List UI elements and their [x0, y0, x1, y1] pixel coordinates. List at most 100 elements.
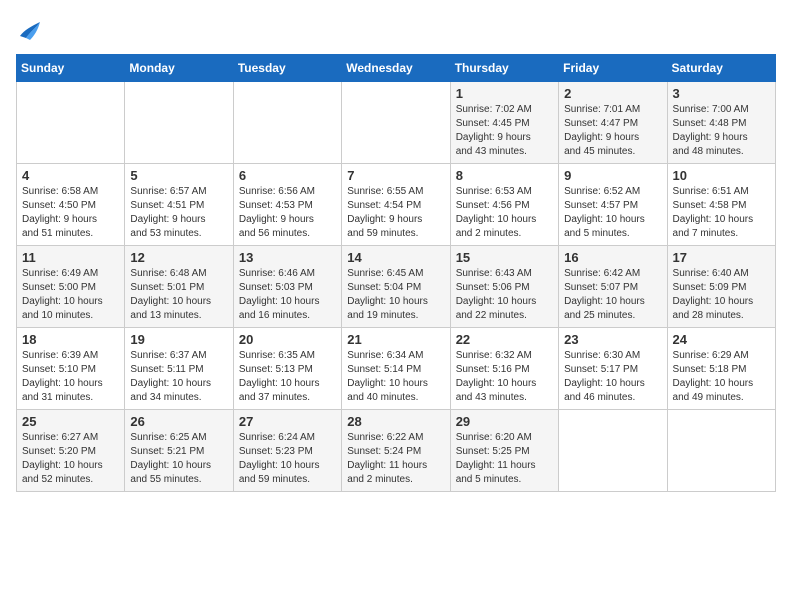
- calendar-cell: 15 Sunrise: 6:43 AMSunset: 5:06 PMDayligh…: [450, 246, 558, 328]
- day-number: 7: [347, 168, 444, 183]
- day-number: 5: [130, 168, 227, 183]
- day-info: Sunrise: 6:53 AMSunset: 4:56 PMDaylight:…: [456, 185, 553, 241]
- day-info: Sunrise: 6:40 AMSunset: 5:09 PMDaylight:…: [673, 267, 770, 323]
- day-info: Sunrise: 6:56 AMSunset: 4:53 PMDaylight:…: [239, 185, 336, 241]
- calendar-cell: 21 Sunrise: 6:34 AMSunset: 5:14 PMDayligh…: [342, 328, 450, 410]
- calendar-cell: 28 Sunrise: 6:22 AMSunset: 5:24 PMDayligh…: [342, 410, 450, 492]
- weekday-header-saturday: Saturday: [667, 55, 775, 82]
- day-info: Sunrise: 6:20 AMSunset: 5:25 PMDaylight:…: [456, 431, 553, 487]
- day-info: Sunrise: 6:46 AMSunset: 5:03 PMDaylight:…: [239, 267, 336, 323]
- day-number: 12: [130, 250, 227, 265]
- day-number: 3: [673, 86, 770, 101]
- day-number: 23: [564, 332, 661, 347]
- calendar-cell: [17, 82, 125, 164]
- day-number: 10: [673, 168, 770, 183]
- day-number: 4: [22, 168, 119, 183]
- day-number: 18: [22, 332, 119, 347]
- calendar-cell: 5 Sunrise: 6:57 AMSunset: 4:51 PMDaylight…: [125, 164, 233, 246]
- day-number: 20: [239, 332, 336, 347]
- day-info: Sunrise: 6:29 AMSunset: 5:18 PMDaylight:…: [673, 349, 770, 405]
- day-info: Sunrise: 6:43 AMSunset: 5:06 PMDaylight:…: [456, 267, 553, 323]
- day-number: 8: [456, 168, 553, 183]
- logo-bird-icon: [16, 16, 44, 44]
- day-info: Sunrise: 6:34 AMSunset: 5:14 PMDaylight:…: [347, 349, 444, 405]
- day-number: 9: [564, 168, 661, 183]
- calendar-cell: 16 Sunrise: 6:42 AMSunset: 5:07 PMDayligh…: [559, 246, 667, 328]
- day-info: Sunrise: 6:42 AMSunset: 5:07 PMDaylight:…: [564, 267, 661, 323]
- weekday-header-tuesday: Tuesday: [233, 55, 341, 82]
- weekday-header-monday: Monday: [125, 55, 233, 82]
- day-info: Sunrise: 6:24 AMSunset: 5:23 PMDaylight:…: [239, 431, 336, 487]
- calendar-cell: 23 Sunrise: 6:30 AMSunset: 5:17 PMDayligh…: [559, 328, 667, 410]
- day-number: 28: [347, 414, 444, 429]
- day-info: Sunrise: 6:55 AMSunset: 4:54 PMDaylight:…: [347, 185, 444, 241]
- weekday-header-wednesday: Wednesday: [342, 55, 450, 82]
- day-info: Sunrise: 6:22 AMSunset: 5:24 PMDaylight:…: [347, 431, 444, 487]
- day-number: 25: [22, 414, 119, 429]
- day-info: Sunrise: 6:45 AMSunset: 5:04 PMDaylight:…: [347, 267, 444, 323]
- day-number: 16: [564, 250, 661, 265]
- day-info: Sunrise: 6:49 AMSunset: 5:00 PMDaylight:…: [22, 267, 119, 323]
- day-info: Sunrise: 6:58 AMSunset: 4:50 PMDaylight:…: [22, 185, 119, 241]
- calendar-cell: 20Sunrise: 6:35 AMSunset: 5:13 PMDayligh…: [233, 328, 341, 410]
- calendar-cell: 24 Sunrise: 6:29 AMSunset: 5:18 PMDayligh…: [667, 328, 775, 410]
- calendar-cell: [342, 82, 450, 164]
- calendar-cell: 26 Sunrise: 6:25 AMSunset: 5:21 PMDayligh…: [125, 410, 233, 492]
- day-info: Sunrise: 6:52 AMSunset: 4:57 PMDaylight:…: [564, 185, 661, 241]
- day-info: Sunrise: 6:57 AMSunset: 4:51 PMDaylight:…: [130, 185, 227, 241]
- day-number: 26: [130, 414, 227, 429]
- calendar-cell: 10Sunrise: 6:51 AMSunset: 4:58 PMDayligh…: [667, 164, 775, 246]
- day-number: 27: [239, 414, 336, 429]
- day-info: Sunrise: 6:27 AMSunset: 5:20 PMDaylight:…: [22, 431, 119, 487]
- calendar-cell: 1 Sunrise: 7:02 AMSunset: 4:45 PMDaylight…: [450, 82, 558, 164]
- calendar-cell: 6 Sunrise: 6:56 AMSunset: 4:53 PMDaylight…: [233, 164, 341, 246]
- day-number: 29: [456, 414, 553, 429]
- calendar-cell: 7 Sunrise: 6:55 AMSunset: 4:54 PMDaylight…: [342, 164, 450, 246]
- calendar-cell: 22 Sunrise: 6:32 AMSunset: 5:16 PMDayligh…: [450, 328, 558, 410]
- day-info: Sunrise: 6:25 AMSunset: 5:21 PMDaylight:…: [130, 431, 227, 487]
- day-info: Sunrise: 7:00 AMSunset: 4:48 PMDaylight:…: [673, 103, 770, 159]
- weekday-header-thursday: Thursday: [450, 55, 558, 82]
- calendar-cell: 27 Sunrise: 6:24 AMSunset: 5:23 PMDayligh…: [233, 410, 341, 492]
- day-number: 22: [456, 332, 553, 347]
- calendar-cell: 18 Sunrise: 6:39 AMSunset: 5:10 PMDayligh…: [17, 328, 125, 410]
- calendar-cell: 25 Sunrise: 6:27 AMSunset: 5:20 PMDayligh…: [17, 410, 125, 492]
- day-number: 13: [239, 250, 336, 265]
- logo: [16, 16, 48, 44]
- calendar-cell: [559, 410, 667, 492]
- day-number: 6: [239, 168, 336, 183]
- day-info: Sunrise: 6:30 AMSunset: 5:17 PMDaylight:…: [564, 349, 661, 405]
- calendar-cell: 9 Sunrise: 6:52 AMSunset: 4:57 PMDaylight…: [559, 164, 667, 246]
- calendar-cell: 2 Sunrise: 7:01 AMSunset: 4:47 PMDaylight…: [559, 82, 667, 164]
- day-number: 21: [347, 332, 444, 347]
- calendar-cell: [233, 82, 341, 164]
- calendar-cell: [125, 82, 233, 164]
- day-info: Sunrise: 6:48 AMSunset: 5:01 PMDaylight:…: [130, 267, 227, 323]
- day-number: 15: [456, 250, 553, 265]
- calendar-cell: 14 Sunrise: 6:45 AMSunset: 5:04 PMDayligh…: [342, 246, 450, 328]
- calendar-cell: 29 Sunrise: 6:20 AMSunset: 5:25 PMDayligh…: [450, 410, 558, 492]
- calendar-cell: [667, 410, 775, 492]
- day-number: 11: [22, 250, 119, 265]
- weekday-header-sunday: Sunday: [17, 55, 125, 82]
- calendar-cell: 8 Sunrise: 6:53 AMSunset: 4:56 PMDaylight…: [450, 164, 558, 246]
- day-number: 14: [347, 250, 444, 265]
- day-number: 19: [130, 332, 227, 347]
- calendar-cell: 3 Sunrise: 7:00 AMSunset: 4:48 PMDaylight…: [667, 82, 775, 164]
- day-info: Sunrise: 7:02 AMSunset: 4:45 PMDaylight:…: [456, 103, 553, 159]
- day-info: Sunrise: 7:01 AMSunset: 4:47 PMDaylight:…: [564, 103, 661, 159]
- day-info: Sunrise: 6:32 AMSunset: 5:16 PMDaylight:…: [456, 349, 553, 405]
- calendar-cell: 12 Sunrise: 6:48 AMSunset: 5:01 PMDayligh…: [125, 246, 233, 328]
- day-number: 1: [456, 86, 553, 101]
- calendar-cell: 11 Sunrise: 6:49 AMSunset: 5:00 PMDayligh…: [17, 246, 125, 328]
- day-number: 17: [673, 250, 770, 265]
- calendar-cell: 19 Sunrise: 6:37 AMSunset: 5:11 PMDayligh…: [125, 328, 233, 410]
- day-number: 2: [564, 86, 661, 101]
- day-number: 24: [673, 332, 770, 347]
- calendar-cell: 4 Sunrise: 6:58 AMSunset: 4:50 PMDaylight…: [17, 164, 125, 246]
- calendar-cell: 17 Sunrise: 6:40 AMSunset: 5:09 PMDayligh…: [667, 246, 775, 328]
- calendar-cell: 13 Sunrise: 6:46 AMSunset: 5:03 PMDayligh…: [233, 246, 341, 328]
- calendar-table: SundayMondayTuesdayWednesdayThursdayFrid…: [16, 54, 776, 492]
- day-info: Sunrise: 6:39 AMSunset: 5:10 PMDaylight:…: [22, 349, 119, 405]
- day-info: Sunrise: 6:37 AMSunset: 5:11 PMDaylight:…: [130, 349, 227, 405]
